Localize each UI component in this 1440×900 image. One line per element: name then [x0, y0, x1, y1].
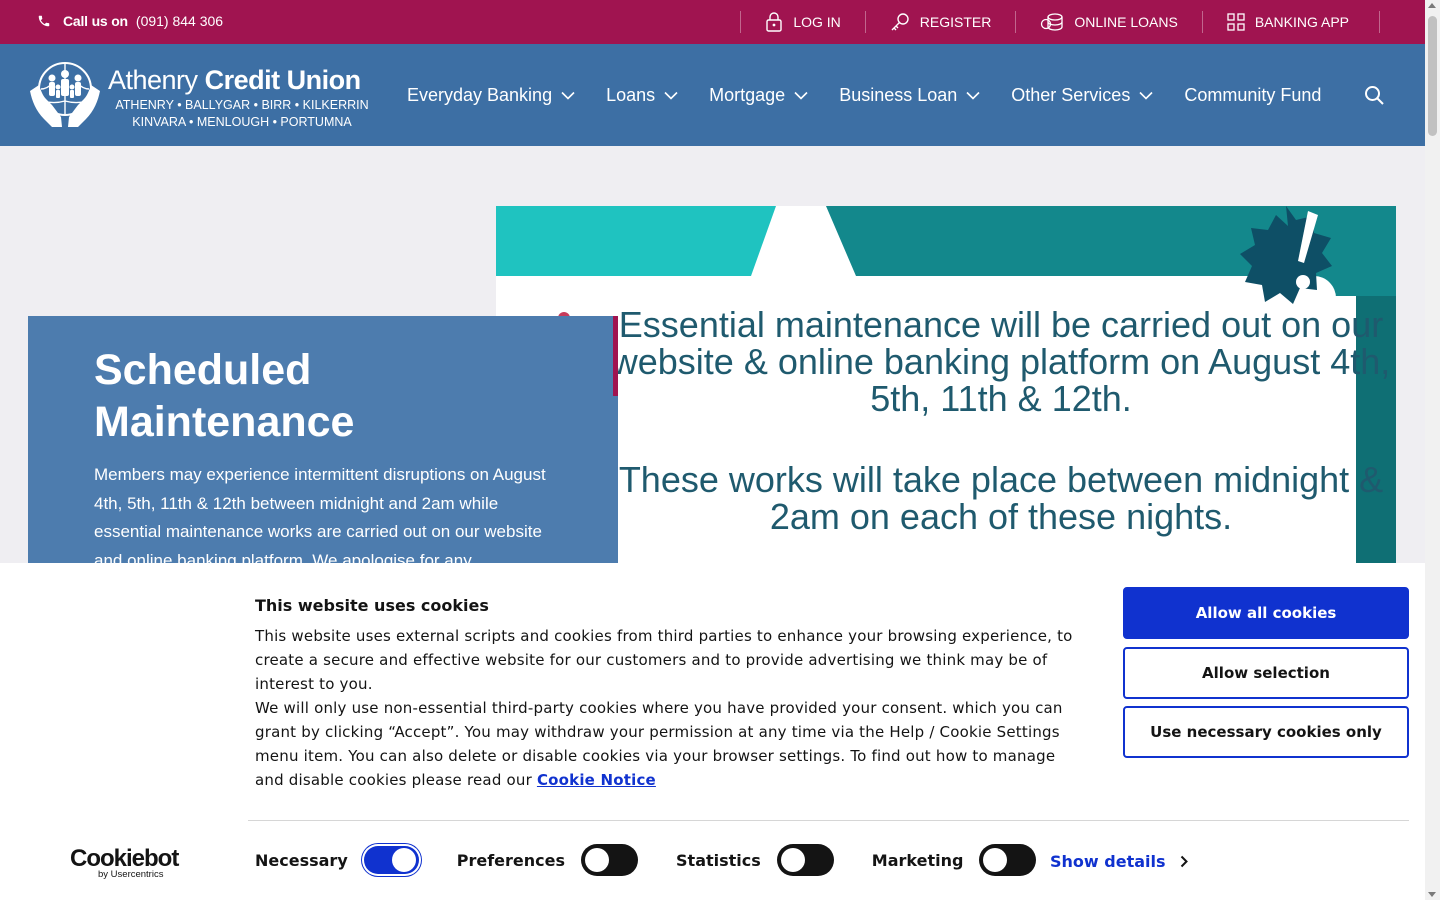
nav-item-label: Mortgage: [709, 84, 786, 105]
phone-icon: [38, 15, 50, 27]
hero-title: Scheduled Maintenance: [94, 346, 355, 446]
nav-item-label: Everyday Banking: [407, 84, 553, 105]
chevron-down-icon: [966, 91, 980, 100]
toggle-knob: [391, 848, 416, 872]
nav-item-label: Community Fund: [1184, 84, 1322, 105]
hero: Essential maintenance will be carried ou…: [0, 146, 1425, 563]
cookie-notice-link[interactable]: Cookie Notice: [537, 771, 656, 789]
cookiebot-logo[interactable]: Cookiebot by Usercentrics: [70, 845, 179, 880]
top-links: LOG IN REGISTER ONLINE LOANS BANKING APP: [740, 0, 1380, 44]
banking-app-link[interactable]: BANKING APP: [1201, 11, 1380, 33]
statistics-label: Statistics: [676, 850, 761, 870]
scroll-up-arrow-icon[interactable]: [1428, 3, 1436, 8]
online-loans-link[interactable]: ONLINE LOANS: [1015, 11, 1201, 33]
call-label: Call us on: [63, 13, 128, 29]
show-details-label: Show details: [1050, 852, 1166, 871]
preferences-toggle[interactable]: [581, 844, 639, 876]
preferences-label: Preferences: [456, 850, 566, 870]
scroll-thumb[interactable]: [1428, 16, 1437, 136]
top-bar: Call us on (091) 844 306 LOG IN REGISTER…: [0, 0, 1425, 44]
main-nav: Athenry Credit Union ATHENRY • BALLYGAR …: [0, 44, 1425, 146]
logo-name-light: Athenry: [108, 65, 198, 95]
marketing-label: Marketing: [871, 850, 964, 870]
register-label: REGISTER: [919, 14, 992, 30]
phone-number: (091) 844 306: [135, 13, 224, 29]
banner-text: Essential maintenance will be carried ou…: [596, 306, 1396, 535]
necessary-cookies-only-button[interactable]: Use necessary cookies only: [1123, 706, 1409, 758]
nav-item-other-services[interactable]: Other Services: [1011, 85, 1153, 106]
login-link[interactable]: LOG IN: [740, 11, 864, 33]
logo-name: Athenry Credit Union: [108, 65, 361, 96]
allow-all-cookies-button[interactable]: Allow all cookies: [1123, 587, 1409, 639]
hero-card: Scheduled Maintenance Members may experi…: [28, 316, 618, 563]
toggle-knob: [983, 848, 1008, 872]
banner-line-2: These works will take place between midn…: [618, 459, 1384, 537]
logo-towns-line1: ATHENRY • BALLYGAR • BIRR • KILKERRIN: [115, 98, 369, 112]
cookie-text-para2: We will only use non-essential third-par…: [255, 696, 1085, 792]
register-link[interactable]: REGISTER: [864, 11, 1016, 33]
page-scrollbar[interactable]: [1425, 0, 1440, 900]
allow-selection-button[interactable]: Allow selection: [1123, 647, 1409, 699]
banner-line-1: Essential maintenance will be carried ou…: [611, 304, 1391, 419]
nav-item-loans[interactable]: Loans: [606, 85, 678, 106]
chevron-down-icon: [794, 91, 808, 100]
cookie-text: This website uses external scripts and c…: [255, 624, 1085, 792]
online-loans-label: ONLINE LOANS: [1074, 14, 1178, 30]
banking-app-label: BANKING APP: [1254, 14, 1349, 30]
search-icon: [1365, 86, 1384, 105]
marketing-toggle[interactable]: [979, 844, 1037, 876]
key-icon: [891, 13, 909, 31]
maintenance-banner-image: Essential maintenance will be carried ou…: [496, 206, 1396, 563]
toggle-knob: [780, 848, 805, 872]
nav-item-community-fund[interactable]: Community Fund: [1184, 85, 1321, 106]
cookie-text-para1: This website uses external scripts and c…: [255, 627, 1073, 693]
chevron-down-icon: [1139, 91, 1153, 100]
scroll-down-arrow-icon[interactable]: [1428, 892, 1436, 897]
cookie-title: This website uses cookies: [255, 596, 489, 615]
nav-item-label: Loans: [606, 84, 656, 105]
accent-bar: [613, 316, 618, 396]
statistics-toggle[interactable]: [776, 844, 834, 876]
logo-towns: ATHENRY • BALLYGAR • BIRR • KILKERRIN KI…: [108, 97, 376, 131]
lock-icon: [766, 12, 783, 32]
coins-icon: [1041, 13, 1064, 31]
grid-icon: [1227, 13, 1245, 31]
nav-item-mortgage[interactable]: Mortgage: [709, 85, 808, 106]
cookie-banner: This website uses cookies This website u…: [0, 563, 1440, 900]
nav-menu: Everyday Banking Loans Mortgage Business…: [407, 44, 1321, 146]
nav-item-label: Business Loan: [839, 84, 958, 105]
logo-hands-icon: [30, 62, 100, 127]
search-button[interactable]: [1364, 85, 1384, 110]
nav-item-everyday-banking[interactable]: Everyday Banking: [407, 85, 575, 106]
cookie-text-para2-body: We will only use non-essential third-par…: [255, 699, 1063, 789]
show-details-link[interactable]: Show details: [1050, 852, 1188, 871]
call-us[interactable]: Call us on (091) 844 306: [37, 13, 223, 29]
chevron-right-icon: [1180, 855, 1188, 868]
logo[interactable]: Athenry Credit Union ATHENRY • BALLYGAR …: [28, 61, 378, 131]
logo-towns-line2: KINVARA • MENLOUGH • PORTUMNA: [132, 115, 352, 129]
hero-body: Members may experience intermittent disr…: [94, 465, 546, 563]
nav-item-label: Other Services: [1011, 84, 1131, 105]
login-label: LOG IN: [793, 14, 841, 30]
cookie-divider: [248, 820, 1409, 821]
logo-name-bold: Credit Union: [204, 65, 362, 95]
necessary-toggle[interactable]: [363, 846, 419, 874]
cookie-toggles: Necessary Preferences Statistics Marketi…: [255, 844, 1074, 876]
nav-item-business-loan[interactable]: Business Loan: [839, 85, 980, 106]
toggle-knob: [585, 848, 610, 872]
chevron-down-icon: [561, 91, 575, 100]
chevron-down-icon: [664, 91, 678, 100]
necessary-label: Necessary: [255, 850, 348, 870]
